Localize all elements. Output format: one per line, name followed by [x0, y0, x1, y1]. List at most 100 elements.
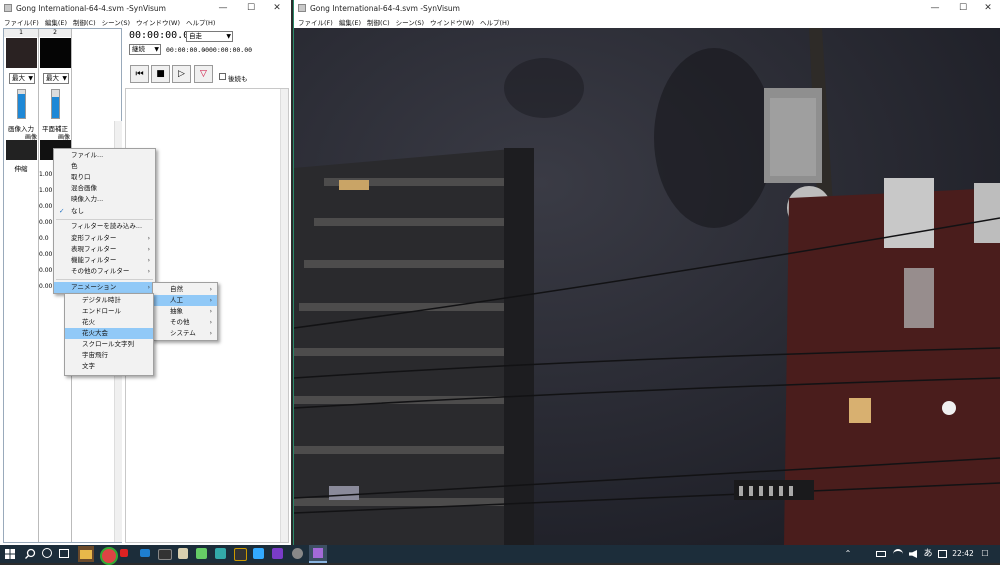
minimize-button[interactable]: — — [210, 0, 236, 16]
cortana-icon[interactable] — [42, 548, 52, 558]
menu-item-text[interactable]: 文字 — [65, 361, 153, 372]
left-window-title: Gong International-64-4.svm -SynVisum — [16, 3, 166, 13]
app-icon-gold[interactable] — [234, 548, 247, 561]
menu-help[interactable]: ヘルプ(H) — [480, 17, 509, 27]
app-icon-gray[interactable] — [292, 548, 303, 559]
record-button[interactable]: ▽ — [194, 65, 213, 83]
clock[interactable]: 22:42 — [952, 543, 974, 565]
search-icon[interactable] — [23, 547, 37, 561]
video-preview[interactable] — [294, 28, 1000, 545]
close-button[interactable]: ✕ — [264, 0, 290, 16]
menu-window[interactable]: ウインドウ(W) — [136, 17, 180, 27]
menu-control[interactable]: 制御(C) — [73, 17, 96, 27]
start-button[interactable] — [3, 547, 17, 561]
loop-select[interactable]: 継続 ▼ — [129, 44, 161, 55]
menu-item-function-filter[interactable]: 機能フィルター › — [54, 255, 155, 266]
task-view-icon[interactable] — [59, 549, 69, 558]
menu-item-transform-filter[interactable]: 変形フィルター › — [54, 233, 155, 244]
app-icon-teal[interactable] — [215, 548, 226, 559]
left-titlebar[interactable]: Gong International-64-4.svm -SynVisum — … — [0, 0, 291, 16]
preview-menubar: ファイル(F) 編集(E) 制御(C) シーン(S) ウインドウ(W) ヘルプ(… — [294, 16, 1000, 28]
close-button[interactable]: ✕ — [975, 0, 1000, 16]
play-button[interactable]: ▷ — [172, 65, 191, 83]
menu-item-nature-label: 自然 — [170, 285, 183, 293]
minimize-button[interactable]: — — [922, 0, 948, 16]
menu-item-system[interactable]: システム › — [153, 328, 217, 339]
menu-file[interactable]: ファイル(F) — [4, 17, 39, 27]
mode-select[interactable]: 自走 ▼ — [186, 31, 233, 42]
maximize-button[interactable]: ☐ — [950, 0, 976, 16]
menu-item-capture[interactable]: 取り口 — [54, 172, 155, 183]
range-end[interactable]: 00:00:00.00 — [209, 46, 252, 54]
chevron-right-icon: › — [209, 308, 212, 315]
size-select-2-value: 最大 — [46, 74, 59, 82]
notes-icon[interactable] — [178, 548, 188, 559]
range-separator: - — [203, 46, 206, 54]
menu-item-space-flight[interactable]: 宇宙飛行 — [65, 350, 153, 361]
menu-item-fireworks[interactable]: 花火 — [65, 317, 153, 328]
track-thumbnail-3[interactable] — [6, 140, 37, 160]
maximize-button[interactable]: ☐ — [238, 0, 264, 16]
menu-control[interactable]: 制御(C) — [367, 17, 390, 27]
menu-item-color[interactable]: 色 — [54, 161, 155, 172]
level-slider-2[interactable] — [51, 89, 60, 119]
preview-titlebar[interactable]: Gong International-64-4.svm -SynVisum — … — [294, 0, 1000, 16]
menu-item-artificial-label: 人工 — [170, 296, 183, 304]
menu-help[interactable]: ヘルプ(H) — [186, 17, 215, 27]
level-slider-2-fill — [52, 97, 59, 118]
track-thumbnail-1[interactable] — [6, 38, 37, 68]
notification-icon[interactable]: ☐ — [978, 543, 992, 565]
file-explorer-icon[interactable] — [78, 546, 94, 562]
menu-item-abstract-label: 抽象 — [170, 307, 183, 315]
menu-separator — [56, 219, 153, 220]
app-icon-blue[interactable] — [140, 549, 150, 557]
stop-button[interactable]: ■ — [151, 65, 170, 83]
size-select-1[interactable]: 最大 ▼ — [9, 73, 35, 84]
mode-select-value: 自走 — [189, 32, 202, 40]
menu-edit[interactable]: 編集(E) — [45, 17, 67, 27]
menu-item-none[interactable]: ✓ なし — [54, 206, 155, 217]
menu-item-file[interactable]: ファイル... — [54, 150, 155, 161]
menu-scene[interactable]: シーン(S) — [102, 17, 130, 27]
menu-item-others[interactable]: その他 › — [153, 317, 217, 328]
network-icon[interactable] — [893, 549, 903, 559]
menu-scene[interactable]: シーン(S) — [396, 17, 424, 27]
menu-item-expression-filter[interactable]: 表現フィルター › — [54, 244, 155, 255]
size-select-2[interactable]: 最大 ▼ — [43, 73, 69, 84]
rewind-button[interactable]: ⏮ — [130, 65, 149, 83]
menu-item-nature[interactable]: 自然 › — [153, 284, 217, 295]
menu-edit[interactable]: 編集(E) — [339, 17, 361, 27]
menu-window[interactable]: ウインドウ(W) — [430, 17, 474, 27]
app-icon-lightblue[interactable] — [253, 548, 264, 559]
menu-item-video-input[interactable]: 映像入力... — [54, 194, 155, 205]
continue-checkbox[interactable] — [219, 73, 226, 80]
menu-item-other-filter[interactable]: その他のフィルター › — [54, 266, 155, 277]
ime-indicator[interactable]: あ — [922, 543, 934, 565]
chrome-icon[interactable] — [100, 547, 118, 565]
level-slider-1[interactable] — [17, 89, 26, 119]
track-thumbnail-2[interactable] — [40, 38, 71, 68]
menu-item-end-roll[interactable]: エンドロール — [65, 306, 153, 317]
keyboard-icon[interactable] — [938, 550, 947, 558]
menu-item-load-filter[interactable]: フィルターを読み込み... — [54, 221, 155, 232]
list-scrollbar[interactable] — [280, 89, 288, 542]
menu-file[interactable]: ファイル(F) — [298, 17, 333, 27]
synvisum-taskbar-icon[interactable] — [309, 545, 327, 563]
menu-item-scroll-text[interactable]: スクロール文字列 — [65, 339, 153, 350]
volume-icon[interactable] — [909, 550, 917, 558]
app-icon-green[interactable] — [196, 548, 207, 559]
menu-item-abstract[interactable]: 抽象 › — [153, 306, 217, 317]
menu-item-fireworks-festival[interactable]: 花火大会 — [65, 328, 153, 339]
terminal-icon[interactable] — [158, 549, 172, 560]
chevron-right-icon: › — [147, 246, 150, 253]
visual-studio-icon[interactable] — [272, 548, 283, 559]
menu-item-animation[interactable]: アニメーション › — [54, 282, 155, 293]
check-icon: ✓ — [59, 207, 65, 215]
menu-item-digital-clock[interactable]: デジタル時計 — [65, 295, 153, 306]
tray-chevron-icon[interactable]: ⌃ — [842, 543, 854, 565]
battery-icon[interactable] — [876, 551, 886, 557]
app-icon-red[interactable] — [120, 549, 128, 557]
menu-item-mixed-image[interactable]: 混合画像 — [54, 183, 155, 194]
taskbar: ⌃ あ 22:42 ☐ — [0, 543, 1000, 565]
menu-item-artificial[interactable]: 人工 › — [153, 295, 217, 306]
